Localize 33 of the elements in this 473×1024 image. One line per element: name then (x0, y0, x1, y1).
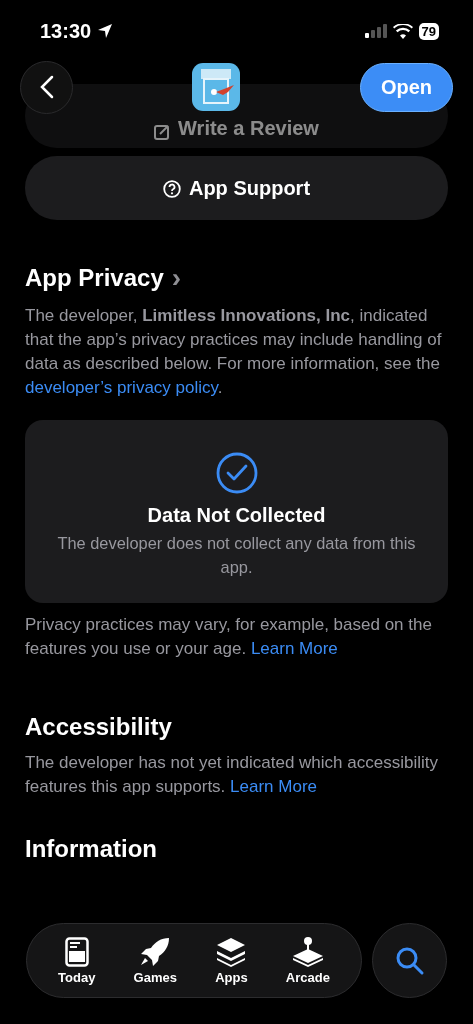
tab[interactable]: Games (133, 936, 177, 985)
location-icon (97, 23, 114, 39)
stack-icon (215, 936, 248, 967)
status-time: 13:30 (40, 19, 92, 43)
joystick-icon (290, 936, 325, 967)
wifi-icon (392, 23, 413, 39)
rocket-icon (139, 936, 172, 967)
today-icon (64, 936, 89, 967)
app-icon (192, 63, 241, 111)
battery-level: 79 (418, 22, 439, 40)
learn-more-link[interactable]: Learn More (250, 639, 338, 658)
chevron-icon[interactable]: › (171, 262, 182, 294)
card-text: The developer does not collect any data from this app. (56, 533, 417, 578)
accessibility-text: The developer has not yet indicated which accessibility features this app supports. Learn More (25, 752, 439, 798)
app-support-button[interactable]: App Support (25, 156, 448, 220)
section-title: Accessibility (25, 713, 172, 741)
signal-icon (364, 24, 387, 38)
chevron-left-icon (39, 75, 54, 99)
section-title: Information (25, 835, 157, 863)
checkmark-circle-icon (215, 452, 258, 494)
tab[interactable]: Arcade (285, 936, 330, 985)
learn-more-link[interactable]: Learn More (230, 777, 317, 796)
compose-icon (154, 124, 171, 140)
card-title: Data Not Collected (147, 504, 326, 527)
privacy-policy-link[interactable]: developer’s privacy policy (25, 378, 218, 397)
privacy-description: The developer, Limitless Innovations, Inc, indicated that the app’s privacy practices may include handling of data as described below. For more information, see the developer’s privacy policy. (25, 305, 443, 399)
back-button[interactable] (20, 60, 73, 114)
search-icon (394, 945, 425, 976)
tab[interactable]: Apps (215, 936, 248, 985)
help-icon (162, 179, 181, 198)
privacy-note: Privacy practices may vary, for example, based on the features you use or your age. Learn More (25, 614, 433, 660)
tab[interactable]: Today (58, 936, 96, 985)
section-title[interactable]: App Privacy (25, 264, 164, 292)
